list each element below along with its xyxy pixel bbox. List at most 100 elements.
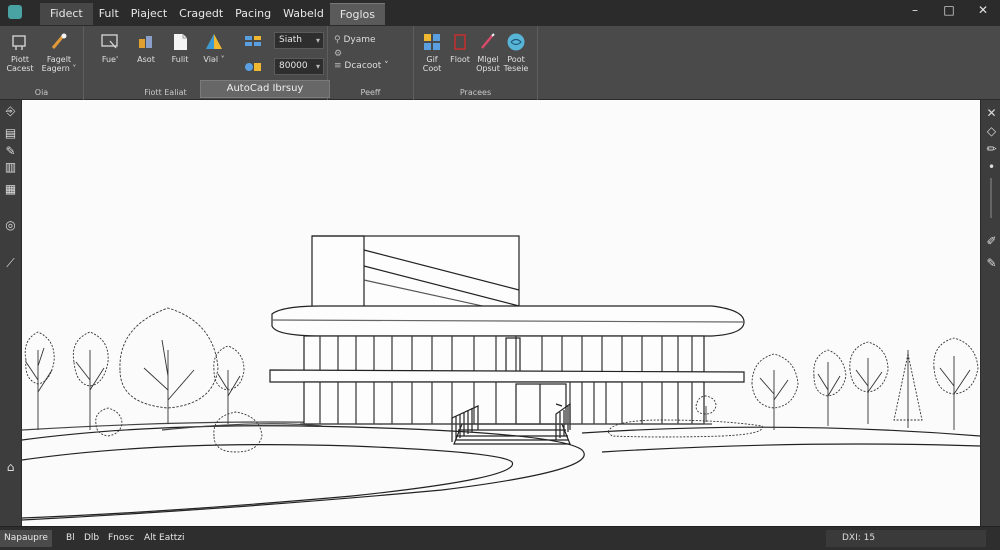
lawn-edge-lower [601, 443, 980, 453]
dyame-item[interactable]: ⚲ Dyame [334, 34, 376, 46]
edit-icon[interactable]: ✐ [984, 234, 999, 249]
menu-tab-piaject[interactable]: Piaject [125, 3, 173, 25]
menu-tab-wabeld[interactable]: Wabeld [277, 3, 330, 25]
status-tab-napaupre[interactable]: Napaupre [0, 530, 52, 547]
plot-icon [12, 35, 26, 50]
mlgel-opsut-label: Mlgel Opsut [476, 55, 500, 73]
fue-button[interactable]: Fue' [92, 32, 128, 64]
style-combo-value: Siath [279, 35, 302, 45]
blocks-icon [139, 36, 152, 48]
style-combo[interactable]: Siath ▾ [274, 32, 324, 49]
diamond-icon[interactable]: ◇ [984, 124, 999, 139]
coordinate-value: DXI: 15 [842, 533, 876, 543]
status-tab-fnosc[interactable]: Fnosc [104, 530, 138, 547]
viel-label: Viəl ˅ [203, 55, 225, 64]
lawn-edge [581, 426, 980, 437]
layers-icon[interactable]: ⎆ [3, 104, 18, 119]
option-small-icon[interactable]: ⚙ [334, 48, 342, 60]
layer-small-icon: ≡ [334, 61, 342, 71]
entrance [515, 383, 567, 425]
asot-button[interactable]: Asot [128, 32, 164, 64]
dyame-label: Dyame [343, 35, 376, 45]
menu-tab-pacing[interactable]: Pacing [229, 3, 277, 25]
menu-tab-fidect[interactable]: Fidect [40, 3, 93, 25]
viel-button[interactable]: Viəl ˅ [196, 32, 232, 64]
close-icon[interactable]: ✕ [984, 106, 999, 121]
status-bar: Napaupre Bl Dlb Fnosc Alt Eattzi DXI: 15 [0, 526, 1000, 550]
settings-small-icon: ⚙ [334, 49, 343, 59]
autocad-library-panel[interactable]: AutoCad Ibrsuy [200, 80, 330, 98]
chevron-down-icon: ▾ [315, 36, 320, 45]
fulit-button[interactable]: Fulit [162, 32, 198, 64]
close-button[interactable]: ✕ [966, 0, 1000, 22]
poot-teseie-button[interactable]: Poot Teseie [498, 32, 534, 73]
shapes-small-icon[interactable] [244, 60, 262, 78]
status-tab-alt-eattzi[interactable]: Alt Eattzi [140, 530, 189, 547]
anchor-icon: ⚲ [334, 35, 341, 45]
grid-small-icon[interactable] [244, 34, 262, 52]
dot-icon[interactable]: • [984, 160, 999, 175]
app-logo-icon [8, 5, 22, 19]
status-tab-bl[interactable]: Bl [62, 530, 79, 547]
maximize-button[interactable]: □ [932, 0, 966, 22]
menu-tabs: Fidect Fult Piaject Cragedt Pacing Wabel… [40, 3, 385, 25]
properties-icon[interactable]: ▤ [3, 126, 18, 141]
ribbon-group-label: Pracees [459, 88, 492, 97]
fue-label: Fue' [101, 55, 119, 64]
menu-tab-foglos[interactable]: Foglos [329, 3, 385, 25]
fagelt-eagern-label: Fagelt Eagern ˅ [41, 55, 77, 73]
flag-icon [454, 34, 466, 50]
cad-application: Fidect Fult Piaject Cragedt Pacing Wabel… [0, 0, 1000, 550]
ribbon-group-peeff: ⚲ Dyame ⚙ ≡ Dcacoot ˅ Peeff [328, 26, 414, 100]
drawing-canvas[interactable] [22, 100, 980, 526]
triangle-icon [206, 34, 222, 49]
status-tab-dlb[interactable]: Dlb [80, 530, 103, 547]
tree-1 [24, 331, 55, 430]
tree-2 [72, 331, 109, 430]
dcacoot-item[interactable]: ≡ Dcacoot ˅ [334, 60, 389, 72]
coordinate-readout: DXI: 15 [826, 530, 986, 547]
left-toolbar: ⎆ ▤ ✎ ▥ ▦ ◎ ⟋ ⌂ [0, 100, 22, 526]
window-controls: – □ ✕ [898, 0, 1000, 26]
plot-canvas-label: Piott Cacest [6, 55, 34, 73]
gif-coot-label: Gif Coot [422, 55, 442, 73]
tree-7 [849, 341, 889, 424]
home-icon[interactable]: ⌂ [3, 460, 18, 475]
palette-icon[interactable]: ▦ [3, 182, 18, 197]
tree-6 [813, 349, 847, 426]
floot-label: Floot [450, 55, 470, 64]
architectural-drawing [22, 235, 980, 521]
menu-tab-cragedt[interactable]: Cragedt [173, 3, 229, 25]
grid-icon [424, 34, 440, 50]
compass-icon[interactable]: ◎ [3, 218, 18, 233]
select-window-icon [101, 34, 118, 49]
pen-icon[interactable]: ✎ [3, 144, 18, 159]
ribbon-group-label: Peeff [360, 88, 381, 97]
tree-5 [751, 353, 799, 430]
tree-8 [933, 337, 979, 430]
menu-tab-fult[interactable]: Fult [93, 3, 125, 25]
plot-canvas-button[interactable]: Piott Cacest [2, 32, 38, 73]
brush-icon[interactable]: ✎ [984, 256, 999, 271]
upper-volume [311, 235, 520, 315]
conifer [893, 350, 923, 428]
dcacoot-label: Dcacoot ˅ [344, 61, 389, 71]
asot-label: Asot [137, 55, 155, 64]
chevron-down-icon: ▾ [315, 62, 320, 71]
scale-combo[interactable]: 80000 ▾ [274, 58, 324, 75]
wand-icon[interactable]: ⟋ [3, 256, 18, 271]
block-icon[interactable]: ▥ [3, 160, 18, 175]
ground-facade [303, 381, 705, 425]
pencil-icon[interactable]: ✏ [984, 142, 999, 157]
ribbon-group-pracees: Gif Coot Floot Mlgel Opsut Poot Teseie P… [414, 26, 538, 100]
poot-teseie-label: Poot Teseie [503, 55, 529, 73]
right-toolbar: ✕ ◇ ✏ • ✐ ✎ [980, 100, 1000, 526]
tree-3 [119, 307, 219, 424]
scrollbar-icon[interactable] [990, 178, 992, 218]
ribbon: Piott Cacest Fagelt Eagern ˅ Oia Fue' As… [0, 26, 1000, 100]
minimize-button[interactable]: – [898, 0, 932, 22]
pen-icon [481, 33, 495, 49]
fagelt-eagern-button[interactable]: Fagelt Eagern ˅ [38, 32, 80, 73]
path-curve-inner [22, 444, 514, 519]
middle-slab [269, 369, 745, 383]
